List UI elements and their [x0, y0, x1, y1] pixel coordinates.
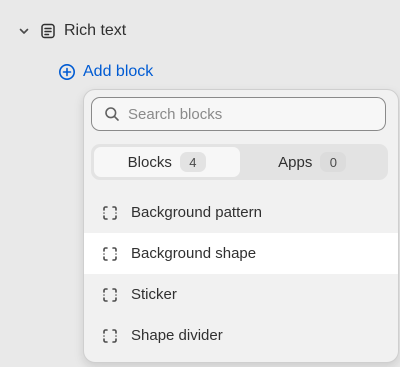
list-item-label: Sticker	[131, 286, 177, 303]
tab-count-badge: 4	[179, 152, 206, 172]
tab-apps[interactable]: Apps 0	[240, 147, 386, 177]
list-item-sticker[interactable]: Sticker	[84, 274, 398, 315]
tab-label: Blocks	[127, 153, 172, 171]
dashed-block-icon	[102, 287, 118, 303]
search-field[interactable]	[91, 97, 386, 131]
add-block-label: Add block	[83, 63, 154, 80]
tab-bar: Blocks 4 Apps 0	[91, 144, 388, 180]
tab-label: Apps	[278, 153, 313, 171]
list-item-background-shape[interactable]: Background shape	[84, 233, 398, 274]
section-label: Rich text	[64, 22, 127, 39]
section-row-rich-text[interactable]: Rich text	[18, 19, 126, 43]
chevron-down-icon[interactable]	[18, 25, 30, 37]
dashed-block-icon	[102, 328, 118, 344]
list-item-label: Background pattern	[131, 204, 262, 221]
dashed-block-icon	[102, 246, 118, 262]
block-list: Background pattern Background shape Stic…	[84, 192, 398, 356]
list-item-label: Shape divider	[131, 327, 223, 344]
plus-circle-icon	[58, 63, 76, 81]
list-item-shape-divider[interactable]: Shape divider	[84, 315, 398, 356]
block-picker-popover: Blocks 4 Apps 0 Background pattern	[83, 89, 399, 363]
tab-count-badge: 0	[320, 152, 347, 172]
add-block-button[interactable]: Add block	[58, 60, 153, 84]
text-document-icon	[40, 23, 56, 39]
tab-blocks[interactable]: Blocks 4	[94, 147, 240, 177]
list-item-label: Background shape	[131, 245, 257, 262]
search-icon	[104, 106, 120, 122]
search-input[interactable]	[128, 105, 368, 123]
list-item-background-pattern[interactable]: Background pattern	[84, 192, 398, 233]
dashed-block-icon	[102, 205, 118, 221]
